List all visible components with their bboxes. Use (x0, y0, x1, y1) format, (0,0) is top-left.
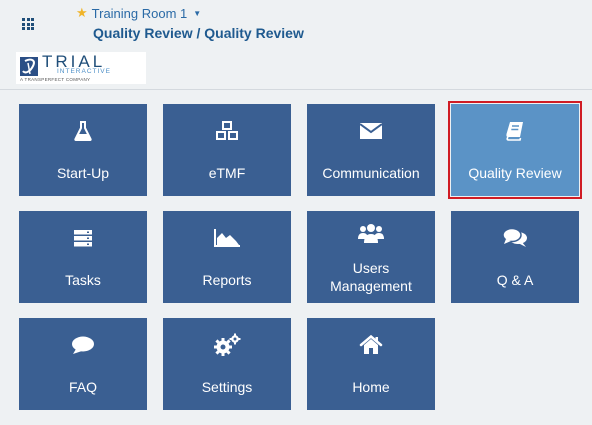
tile-tasks[interactable]: Tasks (19, 211, 147, 303)
tile-start-up[interactable]: Start-Up (19, 104, 147, 196)
tile-faq[interactable]: FAQ (19, 318, 147, 410)
tile-etmf[interactable]: eTMF (163, 104, 291, 196)
cubes-icon (163, 118, 291, 144)
tile-label: Q & A (496, 272, 534, 288)
chevron-down-icon: ▼ (193, 8, 202, 18)
tile-label: Home (352, 379, 390, 395)
page-title: Quality Review / Quality Review (93, 25, 304, 41)
tile-users-management[interactable]: Users Management (307, 211, 435, 303)
tile-communication[interactable]: Communication (307, 104, 435, 196)
room-name: Training Room 1 (91, 5, 188, 21)
tile-label: Start-Up (56, 165, 110, 181)
tile-home[interactable]: Home (307, 318, 435, 410)
flask-icon (19, 118, 147, 144)
server-icon (19, 225, 147, 251)
tile-quality-review[interactable]: Quality Review (448, 101, 582, 199)
tile-label-line2: Management (330, 278, 412, 294)
star-icon: ★ (76, 5, 88, 20)
logo-tagline: A TRANSPERFECT COMPANY (20, 77, 91, 82)
area-chart-icon (163, 225, 291, 251)
envelope-icon (307, 118, 435, 144)
tile-label: Reports (202, 272, 252, 288)
comments-icon (451, 225, 579, 251)
gears-icon (163, 332, 291, 358)
tile-reports[interactable]: Reports (163, 211, 291, 303)
top-header: ★ Training Room 1 ▼ Quality Review / Qua… (0, 0, 592, 45)
app-grid-icon[interactable] (22, 18, 34, 30)
tile-label: FAQ (68, 379, 97, 395)
tile-settings[interactable]: Settings (163, 318, 291, 410)
home-icon (307, 332, 435, 358)
tile-label: Communication (322, 165, 420, 181)
comment-icon (19, 332, 147, 358)
tile-label: Settings (201, 379, 253, 395)
tile-label-line1: Users (352, 260, 390, 276)
tile-q-and-a[interactable]: Q & A (451, 211, 579, 303)
room-selector[interactable]: ★ Training Room 1 ▼ (76, 5, 201, 21)
tile-label: eTMF (208, 165, 246, 181)
logo-sub: INTERACTIVE (57, 68, 111, 75)
tile-label: Tasks (65, 272, 101, 288)
users-icon (307, 221, 435, 247)
book-icon (451, 118, 579, 144)
tile-label: Quality Review (468, 165, 562, 181)
